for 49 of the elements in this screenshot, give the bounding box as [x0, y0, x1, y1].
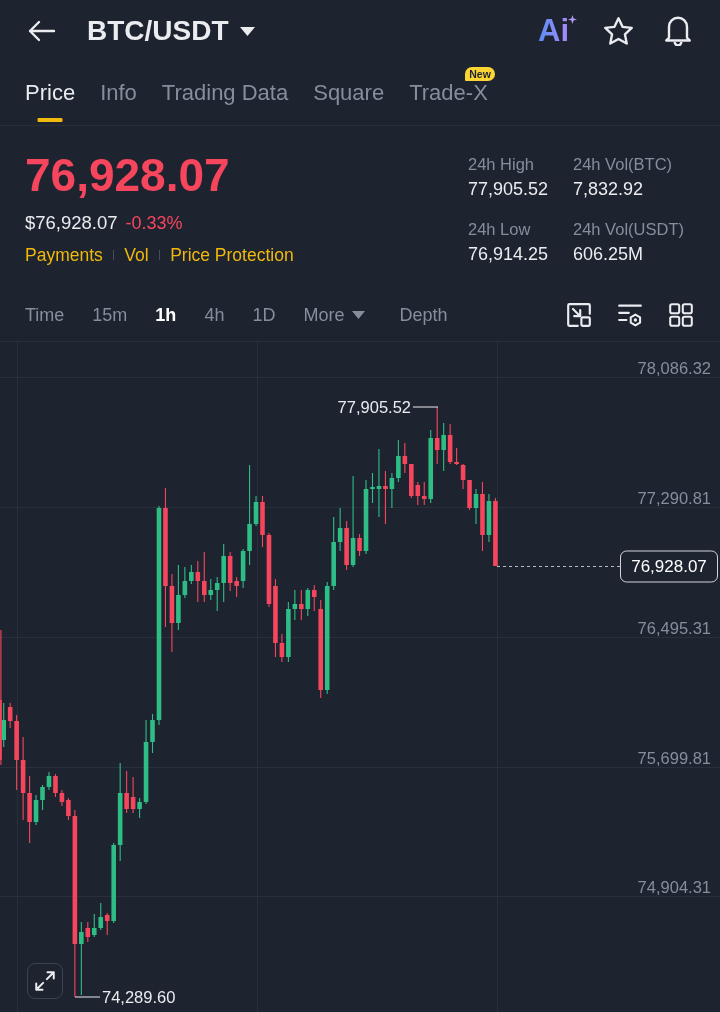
tab[interactable]: Info: [100, 82, 137, 125]
interval-option[interactable]: Depth: [399, 303, 448, 327]
info-link[interactable]: Vol: [124, 242, 149, 268]
price-axis-label: 78,086.32: [637, 359, 711, 377]
bell-icon[interactable]: [664, 16, 692, 46]
stat-value: 606.25M: [573, 243, 645, 266]
stat-value: 76,914.25: [468, 243, 550, 266]
pair-selector[interactable]: BTC/USDT: [87, 14, 255, 48]
sparkle-icon: [568, 15, 577, 24]
interval-option[interactable]: 15m: [92, 303, 128, 327]
usd-price: $76,928.07: [25, 211, 118, 235]
star-icon[interactable]: [604, 17, 633, 45]
price-axis-label: 76,495.31: [637, 619, 711, 637]
tab[interactable]: Trade-X: [409, 82, 488, 125]
price-axis-label: 74,904.31: [637, 878, 711, 896]
tab[interactable]: Square: [313, 82, 385, 125]
info-link[interactable]: Payments: [25, 242, 103, 268]
last-price: 76,928.07: [25, 150, 231, 201]
stat-label: 24h Low: [468, 219, 532, 240]
tab[interactable]: Trading Data: [161, 82, 289, 125]
last-price-tag: 76,928.07: [620, 550, 718, 583]
new-badge: New: [465, 67, 495, 81]
low-price-leader: [74, 996, 101, 998]
caret-down-icon: [352, 311, 366, 319]
expand-icon: [35, 971, 55, 991]
stat-value: 77,905.52: [468, 178, 550, 201]
interval-option[interactable]: 1h: [155, 303, 177, 327]
interval-option[interactable]: 4h: [204, 303, 225, 327]
stat-label: 24h Vol(BTC): [573, 154, 674, 175]
price-axis-label: 75,699.81: [637, 749, 711, 767]
high-price-leader: [412, 406, 439, 408]
grid-icon[interactable]: [669, 303, 693, 327]
low-price-label: 74,289.60: [102, 988, 176, 1006]
price-axis-label: 77,290.81: [637, 489, 711, 507]
stat-value: 7,832.92: [573, 178, 645, 201]
caret-down-icon: [239, 26, 255, 36]
interval-option[interactable]: Time: [25, 303, 65, 327]
interval-dropdown[interactable]: More: [303, 303, 366, 327]
stat-label: 24h Vol(USDT): [573, 219, 685, 240]
interval-option[interactable]: 1D: [252, 303, 276, 327]
lines-hexagon-icon[interactable]: [618, 303, 642, 327]
price-change: -0.33%: [125, 212, 183, 235]
tab[interactable]: Price: [25, 82, 76, 125]
high-price-label: 77,905.52: [337, 398, 411, 416]
back-arrow-icon[interactable]: [28, 20, 56, 42]
stat-label: 24h High: [468, 154, 536, 175]
info-link[interactable]: Price Protection: [170, 242, 294, 268]
fullscreen-button[interactable]: [27, 963, 63, 999]
window-arrow-icon[interactable]: [567, 303, 591, 327]
